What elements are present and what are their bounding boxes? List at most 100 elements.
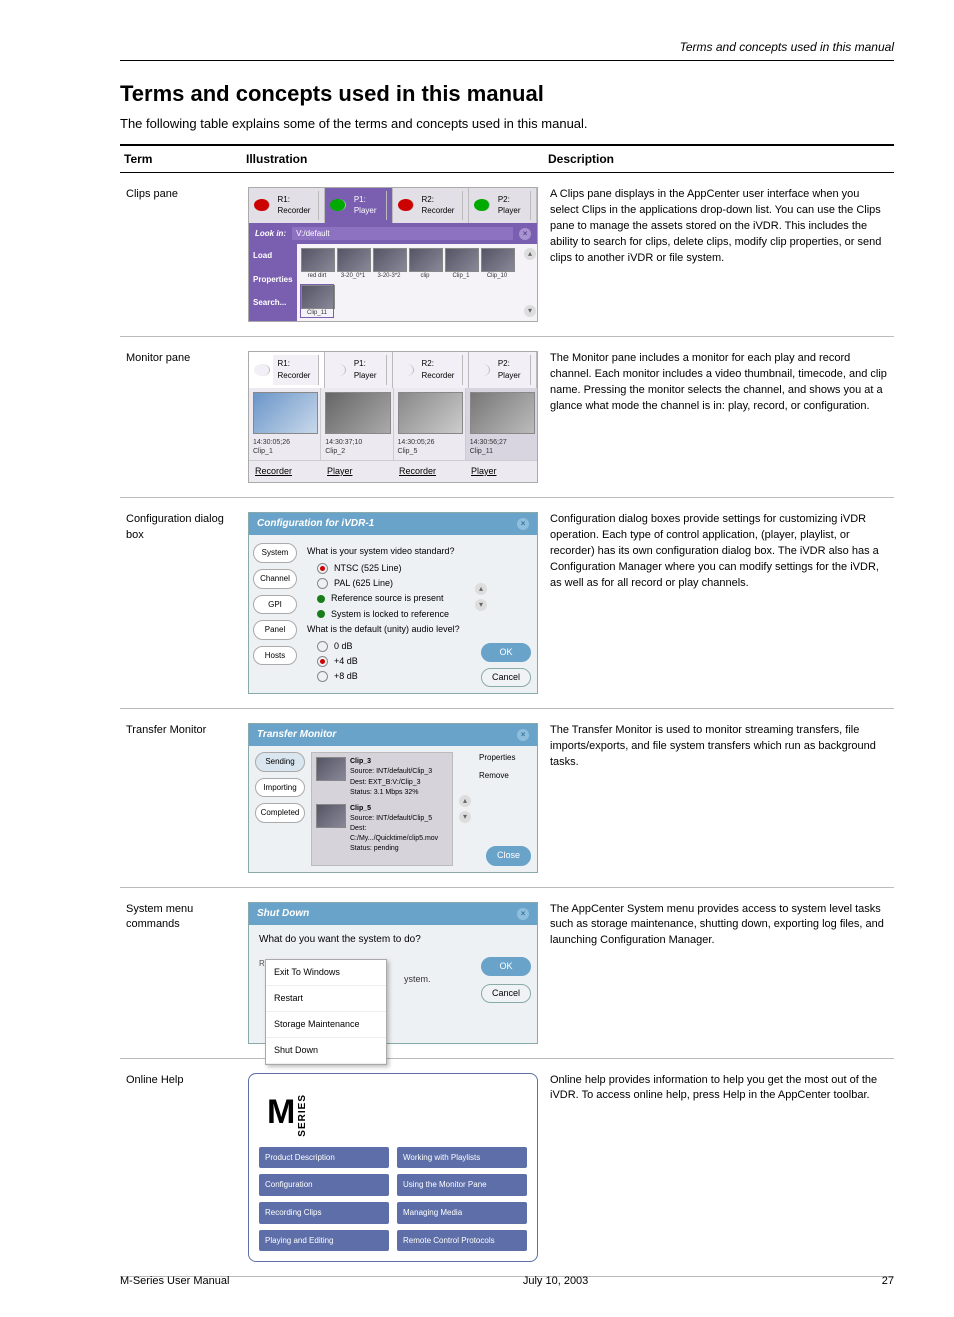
tab-r2[interactable]: R2: Recorder [393, 352, 469, 387]
cfg-tab-panel[interactable]: Panel [253, 620, 297, 640]
tab-r2[interactable]: R2: Recorder [393, 188, 469, 223]
remove-link[interactable]: Remove [479, 770, 531, 782]
footer-left: M-Series User Manual [120, 1275, 229, 1287]
clip-thumb[interactable]: 3-20_0*1 [337, 248, 369, 281]
close-icon[interactable]: × [517, 729, 529, 741]
lookin-label: Look in: [255, 228, 286, 240]
help-link[interactable]: Remote Control Protocols [397, 1230, 527, 1252]
shutdown-menu: Exit To Windows Restart Storage Maintena… [265, 959, 387, 1065]
scroll-up-icon[interactable]: ▴ [475, 583, 487, 595]
menu-item-restart[interactable]: Restart [266, 986, 386, 1012]
desc-monitor-pane: The Monitor pane includes a monitor for … [544, 337, 894, 497]
radio-ntsc[interactable]: NTSC (525 Line) [317, 562, 529, 575]
clip-thumb[interactable]: Clip_11 [301, 285, 333, 318]
cfg-tab-system[interactable]: System [253, 543, 297, 563]
cfg-tab-channel[interactable]: Channel [253, 569, 297, 589]
term-system-menu: System menu commands [120, 887, 242, 1058]
cancel-button[interactable]: Cancel [481, 984, 531, 1003]
tab-r1[interactable]: R1: Recorder [249, 352, 325, 387]
cfg-tab-gpi[interactable]: GPI [253, 595, 297, 615]
help-link[interactable]: Playing and Editing [259, 1230, 389, 1252]
scroll-down-icon[interactable]: ▾ [459, 811, 471, 823]
clip-thumb[interactable]: 3-20-3*2 [373, 248, 405, 281]
help-link[interactable]: Product Description [259, 1147, 389, 1169]
shutdown-dialog-illustration: Shut Down× What do you want the system t… [248, 902, 538, 1044]
tm-tab-importing[interactable]: Importing [255, 778, 305, 798]
term-online-help: Online Help [120, 1058, 242, 1277]
term-config-dialog: Configuration dialog box [120, 497, 242, 708]
clip-thumb[interactable]: Clip_1 [445, 248, 477, 281]
col-term: Term [120, 145, 242, 173]
clip-thumb[interactable]: Clip_10 [481, 248, 513, 281]
clips-pane-illustration: R1: Recorder P1: Player R2: Recorder P2:… [248, 187, 538, 323]
help-link[interactable]: Recording Clips [259, 1202, 389, 1224]
shutdown-question: What do you want the system to do? [249, 925, 537, 956]
col-illus: Illustration [242, 145, 544, 173]
desc-config-dialog: Configuration dialog boxes provide setti… [544, 497, 894, 708]
running-header: Terms and concepts used in this manual [120, 40, 894, 54]
desc-transfer-monitor: The Transfer Monitor is used to monitor … [544, 708, 894, 887]
help-link[interactable]: Configuration [259, 1174, 389, 1196]
tab-p1[interactable]: P1: Player [325, 352, 393, 387]
scroll-up-icon[interactable]: ▴ [459, 795, 471, 807]
monitor-cell[interactable]: 14:30:05;26Clip_1 [249, 388, 321, 460]
help-link[interactable]: Working with Playlists [397, 1147, 527, 1169]
transfer-item[interactable]: Clip_5 Source: INT/default/Clip_5 Dest: … [316, 804, 448, 855]
config-dialog-illustration: Configuration for iVDR-1 × System Channel… [248, 512, 538, 694]
desc-clips-pane: A Clips pane displays in the AppCenter u… [544, 172, 894, 337]
help-link[interactable]: Using the Monitor Pane [397, 1174, 527, 1196]
monitor-mode-link[interactable]: Player [465, 460, 537, 482]
menu-item-exit-windows[interactable]: Exit To Windows [266, 960, 386, 986]
tm-tab-sending[interactable]: Sending [255, 752, 305, 772]
radio-pal[interactable]: PAL (625 Line) [317, 577, 529, 590]
term-transfer-monitor: Transfer Monitor [120, 708, 242, 887]
help-link[interactable]: Managing Media [397, 1202, 527, 1224]
menu-item-storage-maint[interactable]: Storage Maintenance [266, 1012, 386, 1038]
close-icon[interactable]: × [517, 518, 529, 530]
monitor-mode-link[interactable]: Recorder [393, 460, 465, 482]
clip-thumb[interactable]: red dirt [301, 248, 333, 281]
tab-r1[interactable]: R1: Recorder [249, 188, 325, 223]
ok-button[interactable]: OK [481, 643, 531, 662]
question-video-std: What is your system video standard? [307, 545, 529, 558]
cancel-button[interactable]: Cancel [481, 668, 531, 687]
scroll-down-icon[interactable]: ▾ [524, 305, 536, 317]
transfer-monitor-illustration: Transfer Monitor × Sending Importing Comp… [248, 723, 538, 873]
dialog-title: Configuration for iVDR-1 [257, 517, 374, 532]
tab-p2[interactable]: P2: Player [469, 352, 537, 387]
load-button[interactable]: Load [249, 244, 297, 268]
monitor-cell[interactable]: 14:30:56;27Clip_11 [466, 388, 537, 460]
tab-p1[interactable]: P1: Player [325, 188, 393, 223]
scroll-up-icon[interactable]: ▴ [524, 248, 536, 260]
lookin-input[interactable] [292, 227, 513, 240]
col-desc: Description [544, 145, 894, 173]
close-button[interactable]: Close [486, 846, 531, 865]
dialog-title: Transfer Monitor [257, 728, 336, 743]
properties-link[interactable]: Properties [479, 752, 531, 764]
thumbnail-icon [316, 804, 346, 828]
term-monitor-pane: Monitor pane [120, 337, 242, 497]
tm-tab-completed[interactable]: Completed [255, 803, 305, 823]
close-icon[interactable]: × [517, 908, 529, 920]
monitor-mode-link[interactable]: Player [321, 460, 393, 482]
monitor-cell[interactable]: 14:30:37;10Clip_2 [321, 388, 393, 460]
monitor-mode-link[interactable]: Recorder [249, 460, 321, 482]
tab-p2[interactable]: P2: Player [469, 188, 537, 223]
footer-center: July 10, 2003 [523, 1275, 588, 1287]
clip-thumb[interactable]: clip [409, 248, 441, 281]
m-series-logo: M SERIES [267, 1088, 527, 1137]
properties-button[interactable]: Properties [249, 268, 297, 292]
scroll-down-icon[interactable]: ▾ [475, 599, 487, 611]
term-clips-pane: Clips pane [120, 172, 242, 337]
close-icon[interactable]: × [519, 228, 531, 240]
cfg-tab-hosts[interactable]: Hosts [253, 646, 297, 666]
section-title: Terms and concepts used in this manual [120, 81, 894, 107]
monitor-pane-illustration: R1: Recorder P1: Player R2: Recorder P2:… [248, 351, 538, 482]
menu-item-shutdown[interactable]: Shut Down [266, 1038, 386, 1064]
footer-right: 27 [882, 1275, 894, 1287]
monitor-cell[interactable]: 14:30:05;26Clip_5 [394, 388, 466, 460]
transfer-item[interactable]: Clip_3 Source: INT/default/Clip_3 Dest: … [316, 757, 448, 798]
ok-button[interactable]: OK [481, 957, 531, 976]
search-button[interactable]: Search... [249, 291, 297, 315]
section-intro: The following table explains some of the… [120, 115, 894, 134]
